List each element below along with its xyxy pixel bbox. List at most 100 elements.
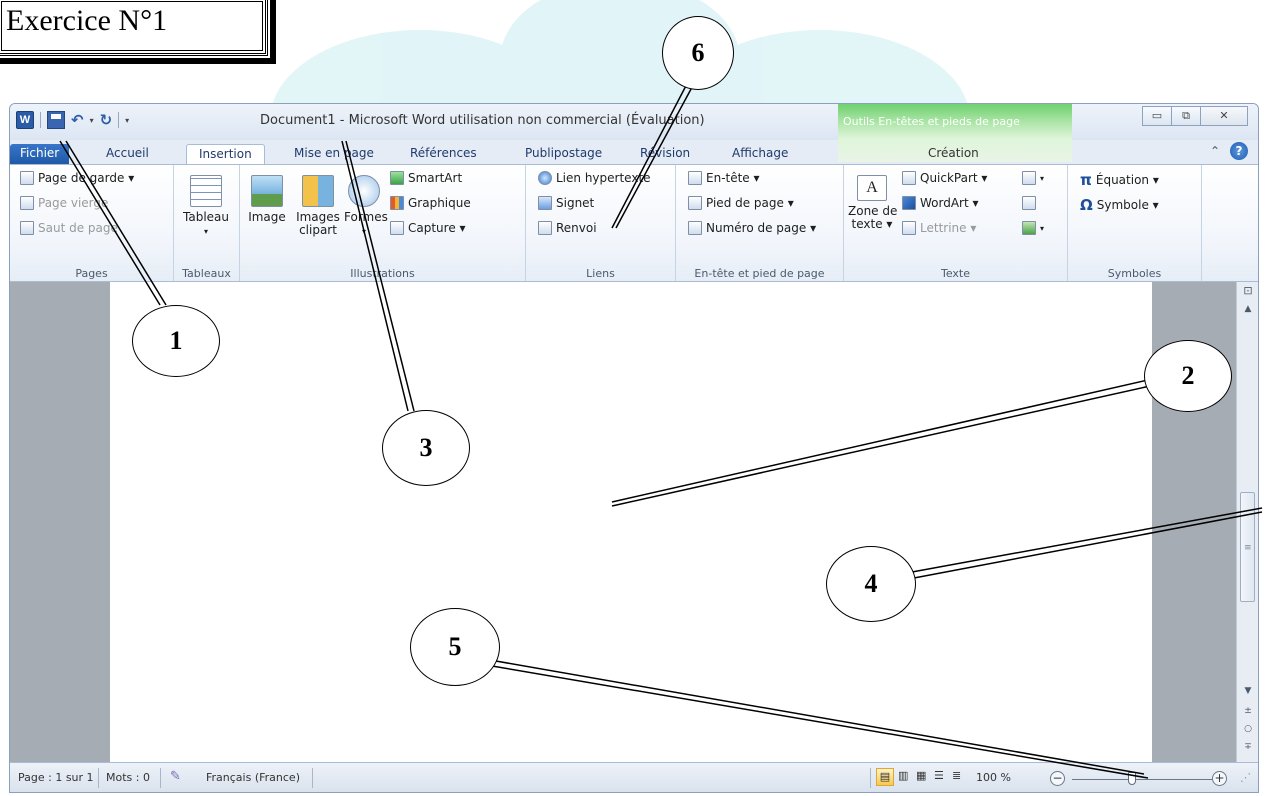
symbole-button[interactable]: Ω Symbole ▾ xyxy=(1080,196,1159,214)
page-de-garde-button[interactable]: Page de garde ▾ xyxy=(20,171,134,185)
tab-creation[interactable]: Création xyxy=(928,144,979,164)
smartart-button[interactable]: SmartArt xyxy=(390,171,462,185)
maximize-button[interactable]: ⧉ xyxy=(1171,106,1201,126)
group-label-symboles: Symboles xyxy=(1107,267,1162,280)
grip-icon: ≡ xyxy=(1244,543,1252,553)
close-button[interactable]: ✕ xyxy=(1200,106,1248,126)
zoom-out-button[interactable]: − xyxy=(1050,771,1065,786)
group-texte: A Zone de texte ▾ QuickPart ▾ WordArt ▾ L… xyxy=(844,165,1068,281)
tab-affichage[interactable]: Affichage xyxy=(732,144,788,164)
capture-button[interactable]: Capture ▾ xyxy=(390,221,466,235)
page-vierge-button[interactable]: Page vierge xyxy=(20,196,108,210)
qat-separator xyxy=(40,112,41,128)
save-icon[interactable] xyxy=(47,111,65,129)
tableau-label: Tableau xyxy=(183,210,229,224)
graphique-button[interactable]: Graphique xyxy=(390,196,471,210)
graphique-label: Graphique xyxy=(408,196,471,210)
document-page[interactable] xyxy=(110,282,1152,762)
zone-de-texte-label-2: texte ▾ xyxy=(851,217,893,231)
drop-cap-icon xyxy=(902,221,916,235)
text-box-icon: A xyxy=(857,175,887,201)
numero-de-page-button[interactable]: Numéro de page ▾ xyxy=(688,221,816,235)
clipart-icon xyxy=(302,175,334,207)
formes-dropdown-icon: ▾ xyxy=(361,227,366,236)
customize-qat-icon[interactable]: ▾ xyxy=(125,116,129,125)
callout-3: 3 xyxy=(382,410,470,486)
zoom-level[interactable]: 100 % xyxy=(976,771,1011,784)
full-screen-reading-icon[interactable]: ▥ xyxy=(898,769,908,782)
formes-button[interactable]: Formes ▾ xyxy=(344,175,388,238)
cross-reference-icon xyxy=(538,221,552,235)
signet-button[interactable]: Signet xyxy=(538,196,594,210)
word-count[interactable]: Mots : 0 xyxy=(106,771,150,784)
tab-fichier[interactable]: Fichier xyxy=(10,144,70,164)
tableau-button[interactable]: Tableau ▾ xyxy=(180,175,232,238)
tab-insertion[interactable]: Insertion xyxy=(186,144,265,165)
equation-button[interactable]: π Équation ▾ xyxy=(1080,171,1159,189)
object-button[interactable]: ▾ xyxy=(1022,221,1044,235)
pied-de-page-button[interactable]: Pied de page ▾ xyxy=(688,196,794,210)
draft-view-icon[interactable]: ≣ xyxy=(952,769,961,782)
lien-hypertexte-button[interactable]: Lien hypertexte xyxy=(538,171,651,185)
page-count[interactable]: Page : 1 sur 1 xyxy=(18,771,94,784)
saut-de-page-button[interactable]: Saut de page xyxy=(20,221,118,235)
numero-de-page-label: Numéro de page ▾ xyxy=(706,221,817,235)
tableau-dropdown-icon: ▾ xyxy=(203,227,208,236)
zoom-slider-thumb[interactable] xyxy=(1128,772,1136,785)
group-tableaux: Tableau ▾ Tableaux xyxy=(174,165,240,281)
scroll-up-icon[interactable]: ▲ xyxy=(1237,304,1258,314)
vertical-scrollbar[interactable]: ⊡ ▲ ≡ ▼ ± ○ ∓ xyxy=(1236,282,1258,762)
header-icon xyxy=(688,171,702,185)
page-de-garde-label: Page de garde ▾ xyxy=(38,171,135,185)
scroll-down-icon[interactable]: ▼ xyxy=(1237,686,1258,696)
redo-icon[interactable]: ↻ xyxy=(100,111,113,129)
tab-accueil[interactable]: Accueil xyxy=(106,144,149,164)
signature-line-button[interactable]: ▾ xyxy=(1022,171,1044,185)
web-layout-icon[interactable]: ▦ xyxy=(916,769,926,782)
zone-de-texte-label-1: Zone de xyxy=(848,204,898,218)
word-logo-icon[interactable]: W xyxy=(16,111,34,129)
zoom-in-button[interactable]: + xyxy=(1212,771,1227,786)
group-label-tableaux: Tableaux xyxy=(182,267,231,280)
wordart-button[interactable]: WordArt ▾ xyxy=(902,196,979,210)
tab-revision[interactable]: Révision xyxy=(640,144,690,164)
tab-references[interactable]: Références xyxy=(410,144,477,164)
undo-dropdown-icon[interactable]: ▾ xyxy=(90,116,94,125)
quick-access-toolbar: W ↶ ▾ ↻ ▾ xyxy=(16,111,129,129)
window-controls: ▭ ⧉ ✕ xyxy=(1142,106,1248,126)
minimize-button[interactable]: ▭ xyxy=(1142,106,1172,126)
tab-mise-en-page[interactable]: Mise en page xyxy=(294,144,374,164)
ruler-toggle-icon[interactable]: ⊡ xyxy=(1237,284,1258,297)
signature-dropdown-icon: ▾ xyxy=(1040,173,1045,183)
minimize-ribbon-icon[interactable]: ⌃ xyxy=(1210,144,1220,158)
quickpart-button[interactable]: QuickPart ▾ xyxy=(902,171,987,185)
date-time-button[interactable] xyxy=(1022,196,1036,210)
next-page-icon[interactable]: ∓ xyxy=(1237,742,1258,752)
previous-page-icon[interactable]: ± xyxy=(1237,706,1258,716)
status-separator xyxy=(160,768,161,788)
capture-label: Capture ▾ xyxy=(408,221,466,235)
browse-object-icon[interactable]: ○ xyxy=(1237,724,1258,734)
window-title: Document1 - Microsoft Word utilisation n… xyxy=(260,113,705,128)
images-clipart-button[interactable]: Images clipart xyxy=(292,175,344,237)
spelling-check-icon[interactable]: ✎ xyxy=(170,769,181,784)
group-label-illustrations: Illustrations xyxy=(350,267,415,280)
resize-grip-icon[interactable]: ⋰ xyxy=(1240,771,1251,784)
formes-label: Formes xyxy=(344,210,388,224)
undo-icon[interactable]: ↶ xyxy=(71,111,84,129)
image-button[interactable]: Image xyxy=(244,175,290,224)
lettrine-button[interactable]: Lettrine ▾ xyxy=(902,221,976,235)
symbole-label: Symbole ▾ xyxy=(1096,198,1159,212)
help-icon[interactable]: ? xyxy=(1230,142,1248,160)
exercise-title: Exercice N°1 xyxy=(6,4,168,37)
print-layout-view-icon[interactable]: ▤ xyxy=(876,768,894,786)
en-tete-button[interactable]: En-tête ▾ xyxy=(688,171,760,185)
zoom-slider-track[interactable] xyxy=(1072,779,1212,780)
tab-publipostage[interactable]: Publipostage xyxy=(525,144,602,164)
zone-de-texte-button[interactable]: A Zone de texte ▾ xyxy=(848,175,898,231)
scrollbar-thumb[interactable]: ≡ xyxy=(1240,492,1255,602)
language[interactable]: Français (France) xyxy=(206,771,300,784)
outline-view-icon[interactable]: ☰ xyxy=(934,769,944,782)
en-tete-label: En-tête ▾ xyxy=(706,171,760,185)
renvoi-button[interactable]: Renvoi xyxy=(538,221,597,235)
